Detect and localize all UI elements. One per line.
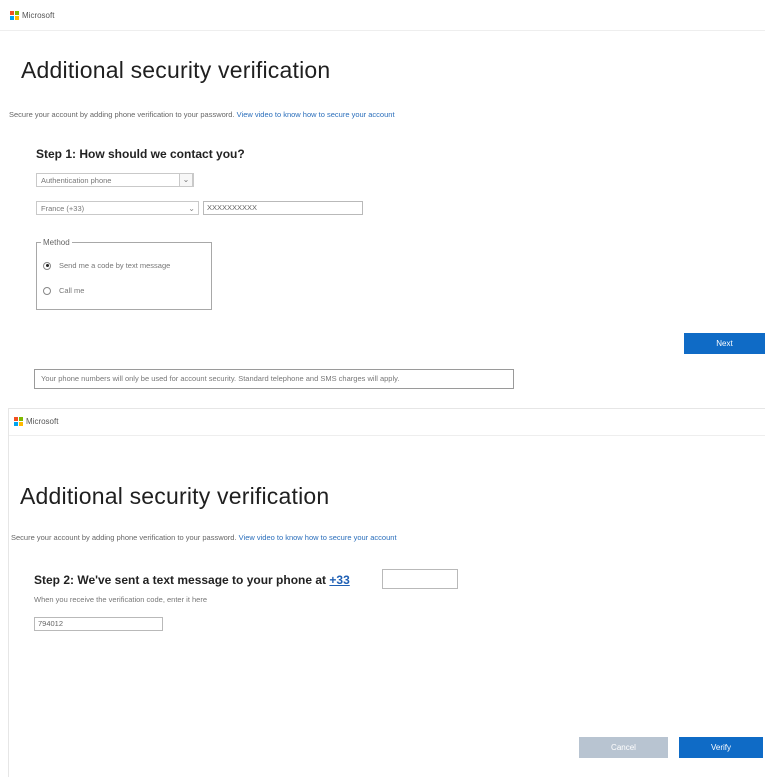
logo-square-green bbox=[19, 417, 23, 421]
microsoft-logo: Microsoft bbox=[10, 11, 54, 20]
logo-square-blue bbox=[14, 422, 18, 426]
method-option-call[interactable]: Call me bbox=[43, 286, 84, 295]
method-legend: Method bbox=[43, 238, 70, 247]
microsoft-logo-icon bbox=[10, 11, 19, 20]
contact-type-value: Authentication phone bbox=[41, 176, 112, 185]
video-link[interactable]: View video to know how to secure your ac… bbox=[237, 110, 395, 119]
logo-square-red bbox=[10, 11, 14, 15]
logo-square-green bbox=[15, 11, 19, 15]
chevron-down-icon[interactable]: ⌄ bbox=[179, 173, 193, 187]
step-title: Step 2: We've sent a text message to you… bbox=[34, 573, 350, 587]
header-bar: Microsoft bbox=[9, 409, 765, 436]
cancel-button[interactable]: Cancel bbox=[579, 737, 668, 758]
brand-name: Microsoft bbox=[22, 11, 55, 20]
country-value: France (+33) bbox=[41, 204, 85, 213]
logo-square-red bbox=[14, 417, 18, 421]
intro-description: Secure your account by adding phone veri… bbox=[9, 110, 235, 119]
phone-number-input[interactable]: XXXXXXXXXX bbox=[203, 201, 363, 215]
logo-square-yellow bbox=[15, 16, 19, 20]
chevron-down-icon[interactable]: ⌄ bbox=[188, 202, 195, 216]
method-option-label: Send me a code by text message bbox=[59, 261, 171, 270]
intro-text: Secure your account by adding phone veri… bbox=[11, 533, 397, 542]
step2-panel: Microsoft Additional security verificati… bbox=[8, 408, 765, 777]
step1-panel: Microsoft Additional security verificati… bbox=[0, 0, 765, 400]
step-title: Step 1: How should we contact you? bbox=[36, 147, 245, 161]
intro-text: Secure your account by adding phone veri… bbox=[9, 110, 395, 119]
phone-number-input[interactable] bbox=[382, 569, 458, 589]
radio-selected-icon[interactable] bbox=[43, 261, 51, 270]
microsoft-logo: Microsoft bbox=[14, 417, 58, 426]
next-button[interactable]: Next bbox=[684, 333, 765, 354]
method-option-label: Call me bbox=[59, 286, 85, 295]
country-select[interactable]: France (+33) ⌄ bbox=[36, 201, 199, 215]
microsoft-logo-icon bbox=[14, 417, 23, 426]
video-link[interactable]: View video to know how to secure your ac… bbox=[239, 533, 397, 542]
country-code-link[interactable]: +33 bbox=[329, 573, 349, 587]
radio-unselected-icon[interactable] bbox=[43, 286, 51, 295]
code-hint: When you receive the verification code, … bbox=[34, 595, 208, 604]
logo-square-yellow bbox=[19, 422, 23, 426]
phone-usage-notice: Your phone numbers will only be used for… bbox=[34, 369, 514, 389]
contact-type-select[interactable]: Authentication phone ⌄ bbox=[36, 173, 194, 187]
method-group: Method Send me a code by text message Ca… bbox=[36, 238, 212, 310]
header-bar: Microsoft bbox=[0, 0, 765, 31]
intro-description: Secure your account by adding phone veri… bbox=[11, 533, 237, 542]
page-title: Additional security verification bbox=[20, 483, 330, 509]
verification-code-input[interactable]: 794012 bbox=[34, 617, 163, 631]
logo-square-blue bbox=[10, 16, 14, 20]
method-option-text[interactable]: Send me a code by text message bbox=[43, 261, 170, 270]
step-title-text: Step 2: We've sent a text message to you… bbox=[34, 573, 327, 587]
verify-button[interactable]: Verify bbox=[679, 737, 763, 758]
page-title: Additional security verification bbox=[21, 57, 331, 83]
brand-name: Microsoft bbox=[26, 417, 59, 426]
